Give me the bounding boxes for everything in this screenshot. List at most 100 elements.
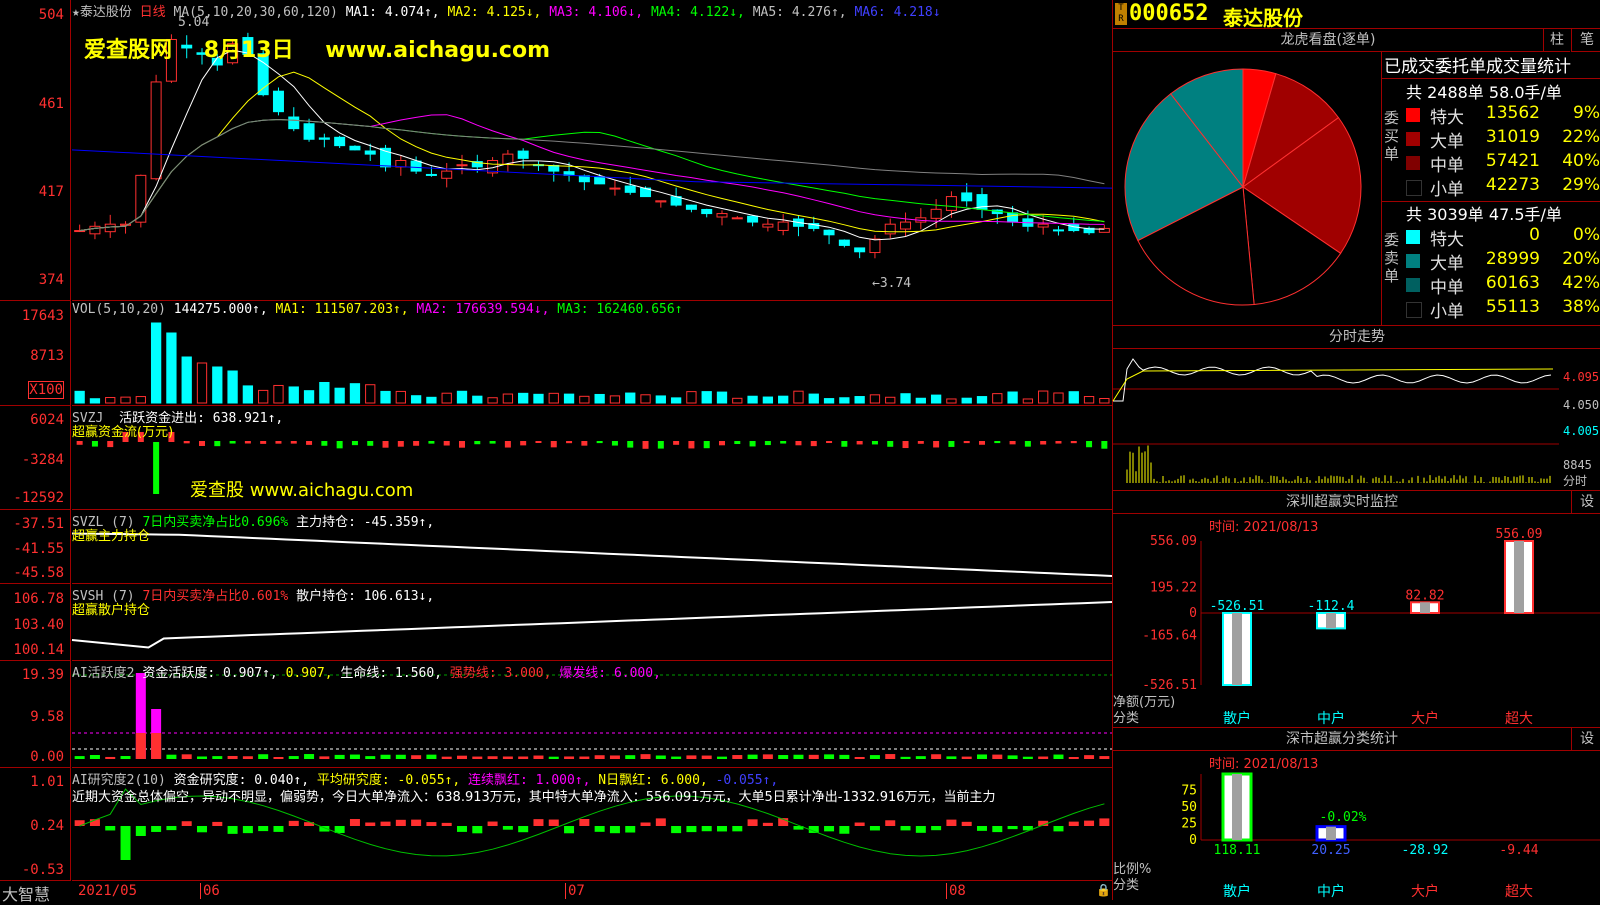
candle-body [150, 81, 162, 180]
activity-bar [395, 754, 406, 759]
flow-bar [1055, 441, 1062, 444]
classify-cat-label: 分类 [1113, 878, 1140, 893]
order-volume: 57421 [1485, 151, 1540, 171]
research-bar [762, 822, 773, 826]
classify-category-label: 超大 [1505, 884, 1533, 900]
volume-bar [166, 332, 177, 404]
flow-bar [1009, 441, 1016, 445]
candle-body [1052, 229, 1064, 232]
candle-body [854, 247, 866, 253]
activity-bar [181, 754, 192, 759]
research-bar [533, 819, 544, 826]
order-size-label: 特大 [1430, 108, 1464, 128]
flow-bar [183, 441, 190, 444]
svsh-panel[interactable]: SVSH (7) 7日内买卖净占比0.601% 散户持仓: 106.613↓, … [71, 584, 1113, 661]
flow-bar [229, 441, 236, 444]
research-bar [1084, 820, 1095, 826]
candle-body [961, 192, 973, 202]
order-percent: 9% [1573, 103, 1600, 123]
volume-panel[interactable]: VOL(5,10,20) 144275.000↑, MA1: 111507.20… [72, 301, 1112, 406]
monitor-bar-shade [1232, 613, 1242, 685]
volume-bar [579, 395, 590, 404]
holding-line [71, 601, 1113, 649]
volume-bar [808, 393, 819, 404]
order-percent: 38% [1562, 297, 1600, 317]
candle-body [900, 221, 912, 230]
activity-bar [931, 754, 942, 759]
research-bar [411, 819, 422, 826]
activity-bar [89, 755, 100, 759]
flow-bar [780, 441, 787, 444]
flow-bar [841, 441, 848, 447]
activity-bar [854, 756, 865, 759]
flow-bar [933, 441, 940, 448]
volume-bar [655, 395, 666, 404]
activity-bar [609, 755, 620, 759]
svzj-panel[interactable]: SVZJ 活跃资金进出: 638.921↑, 超赢资金流(万元) 爱查股 www… [72, 406, 1112, 510]
svzl-panel[interactable]: SVZL (7) 7日内买卖净占比0.696% 主力持仓: -45.359↑, … [71, 510, 1113, 584]
activity-bar [701, 755, 712, 759]
bar-mode-button[interactable]: 柱 [1543, 29, 1570, 52]
volume-bar [150, 322, 162, 404]
activity-bar [533, 755, 544, 759]
volume-bar [380, 390, 391, 404]
monitor-value-label: 556.09 [1496, 527, 1543, 542]
research-bar [655, 818, 666, 826]
high-price-marker: 5.04 [178, 15, 210, 30]
classify-panel: 深市超赢分类统计 设 时间: 2021/08/13 75 50 25 0 118.11 散… [1113, 728, 1600, 900]
brand-name: 爱查股网 [84, 38, 173, 63]
research-bar [151, 826, 162, 832]
intraday-panel[interactable]: 分时走势 4.095 4.050 4.005 8845 分时 [1112, 326, 1600, 491]
research-bar [395, 819, 406, 826]
sell-rows: 特大 0 0% 大单 28999 20% 中单 60163 42% 小单 55113 38% [1406, 225, 1600, 322]
buy-rows: 特大 13562 9% 大单 31019 22% 中单 57421 40% 小单 42273 29% [1406, 103, 1600, 200]
flow-bar [749, 441, 756, 447]
flow-bar [107, 441, 114, 448]
research-bar [992, 826, 1003, 833]
flow-bar [306, 441, 313, 445]
longhu-panel: 龙虎看盘(逐单) 柱 笔 已成交委托单成交量统计 委买单 共 2488单 58.… [1113, 29, 1600, 326]
classify-bar-chart: 7550 250 118.11 散户 20.25 中户 -28.92 大户 -9.44 超大 -0.… [1181, 772, 1600, 900]
sell-row: 中单 60163 42% [1406, 273, 1600, 298]
intraday-title: 分时走势 [1113, 326, 1600, 349]
order-volume: 28999 [1485, 249, 1540, 269]
flow-bar [627, 441, 634, 448]
sell-vertical-label: 委卖单 [1384, 231, 1400, 285]
order-volume: 0 [1529, 225, 1540, 245]
order-pie-chart [1124, 68, 1362, 306]
monitor-category-label: 大户 [1411, 710, 1439, 727]
order-size-label: 中单 [1430, 156, 1464, 176]
tick-mode-button[interactable]: 笔 [1571, 29, 1600, 52]
research-bar [1099, 818, 1110, 826]
volume-bar [686, 391, 697, 404]
volume-bar [548, 392, 559, 404]
volume-bar [181, 356, 192, 404]
activity-bar [961, 756, 972, 759]
price-panel[interactable]: ★泰达股份 日线 MA(5,10,20,30,60,120) MA1: 4.07… [71, 0, 1113, 301]
lock-icon[interactable]: 🔒 [1096, 883, 1111, 897]
stock-header: TR 000652 泰达股份 [1113, 0, 1600, 30]
activity-bar [441, 756, 452, 759]
flow-bar [887, 441, 894, 447]
kline-chart-area[interactable]: 504 461 417 374 ★泰达股份 日线 MA(5,10,20,30,6… [0, 0, 1113, 904]
ai1-title: AI活跃度2 资金活跃度: 0.907↑, 0.907, 生命线: 1.560,… [72, 662, 661, 681]
order-volume: 55113 [1485, 297, 1540, 317]
low-price-marker: ←3.74 [872, 276, 912, 291]
order-size-label: 小单 [1430, 302, 1464, 322]
volume-bar [212, 366, 223, 404]
ai-research-panel[interactable]: AI研究度2(10) 资金研究度: 0.040↑, 平均研究度: -0.055↑… [72, 768, 1112, 881]
svsh-field2: 散户持仓: 106.613↓, [296, 589, 435, 604]
volume-bar [349, 383, 361, 404]
intraday-vol-unit: 分时 [1563, 474, 1588, 488]
candle-body [655, 200, 667, 203]
svsh-y-label: 100.14 [13, 642, 64, 658]
ai-activity-panel[interactable]: AI活跃度2 资金活跃度: 0.907↑, 0.907, 生命线: 1.560,… [72, 661, 1112, 768]
flow-bar [382, 441, 389, 448]
volume-bar [135, 396, 146, 404]
flow-bar [321, 441, 328, 446]
monitor-y-label: 195.22 [1150, 581, 1197, 596]
flow-bar [948, 441, 955, 447]
volume-bar [869, 394, 881, 404]
flow-bar [1070, 441, 1077, 444]
intraday-chart [1112, 358, 1559, 483]
